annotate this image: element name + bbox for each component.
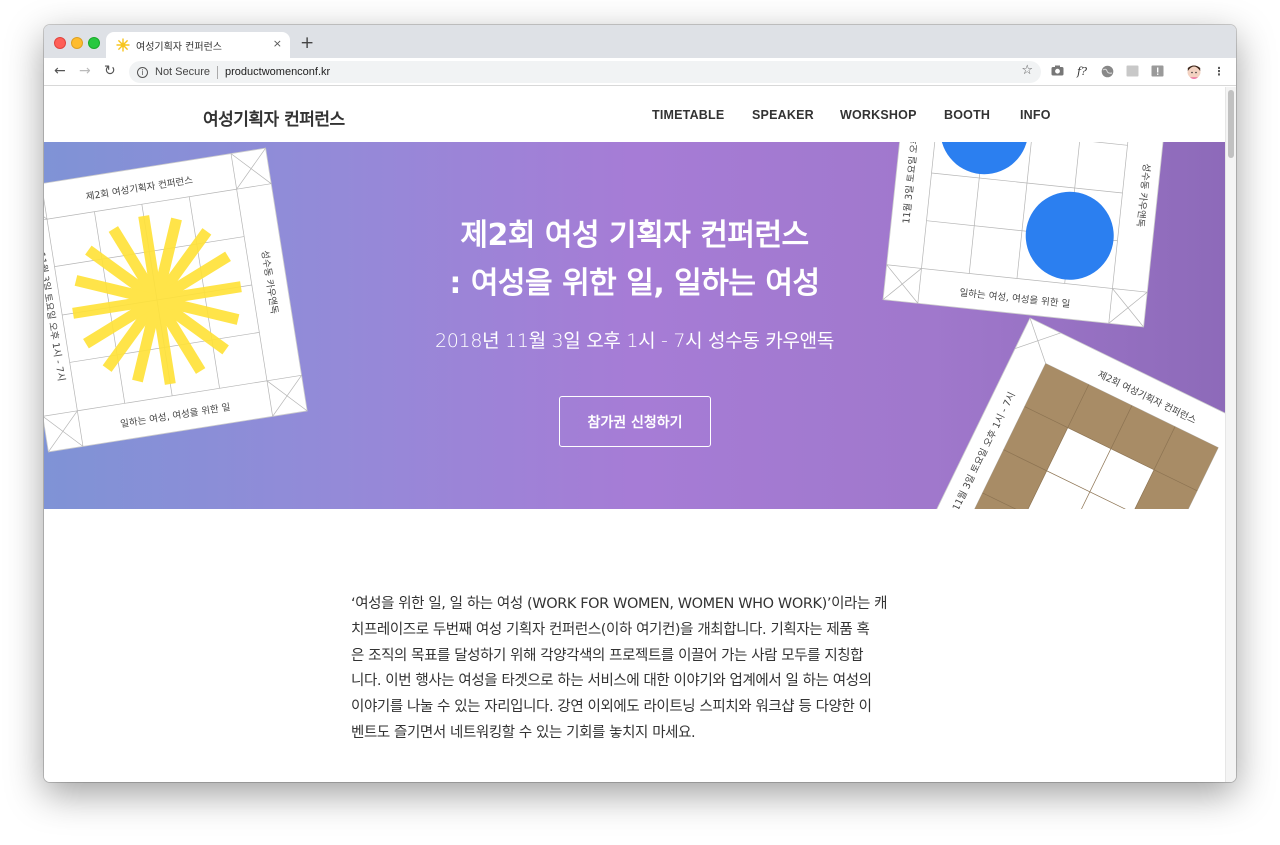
reload-icon[interactable]: ↻ [104, 63, 116, 79]
security-label: Not Secure [155, 66, 211, 78]
hero-subtitle: 2018년 11월 3일 오후 1시 - 7시 성수동 카우앤독 [434, 330, 835, 352]
forward-arrow-icon[interactable]: → [79, 63, 91, 79]
tab-title: 여성기획자 컨퍼런스 [136, 41, 222, 53]
site-header: 여성기획자 컨퍼런스 TIMETABLE SPEAKER WORKSHOP BO… [44, 87, 1225, 142]
web-page: 여성기획자 컨퍼런스 TIMETABLE SPEAKER WORKSHOP BO… [44, 87, 1225, 782]
info-icon[interactable]: i [137, 66, 148, 78]
formula-extension-icon[interactable]: f? [1075, 65, 1089, 79]
browser-toolbar: ← → ↻ i Not Secure productwomenconf.kr ☆… [44, 58, 1236, 86]
profile-avatar-icon[interactable] [1187, 65, 1201, 79]
intro-line: 치프레이즈로 두번째 여성 기획자 컨퍼런스(이하 여기컨)을 개최합니다. 기… [351, 621, 870, 638]
grey-extension-icon[interactable] [1125, 65, 1139, 79]
hero-title-line1: 제2회 여성 기획자 컨퍼런스 [460, 218, 809, 253]
hero-banner: 제2회 여성기획자 컨퍼런스 일하는 여성, 여성을 위한 일 성수동 카우앤독… [44, 142, 1225, 509]
url-text[interactable]: productwomenconf.kr [225, 66, 330, 78]
hero-title-line2: : 여성을 위한 일, 일하는 여성 [449, 266, 820, 301]
window-close-button[interactable] [54, 37, 66, 49]
omnibox-divider [217, 65, 219, 79]
intro-line: ‘여성을 위한 일, 일 하는 여성 (WORK FOR WOMEN, WOME… [351, 596, 888, 612]
tab-strip: 여성기획자 컨퍼런스 × + [44, 25, 1236, 58]
intro-line: 은 조직의 목표를 달성하기 위해 각양각색의 프로젝트를 이끌어 가는 사람 … [351, 647, 864, 664]
address-bar[interactable]: i Not Secure productwomenconf.kr ☆ [129, 61, 1041, 83]
window-maximize-button[interactable] [88, 37, 100, 49]
nav-item-workshop[interactable]: WORKSHOP [840, 108, 917, 122]
back-arrow-icon[interactable]: ← [54, 63, 66, 79]
site-brand[interactable]: 여성기획자 컨퍼런스 [203, 105, 345, 130]
bookmark-star-icon[interactable]: ☆ [1021, 63, 1033, 78]
sun-favicon-icon [116, 38, 130, 52]
scrollbar-thumb[interactable] [1228, 90, 1234, 158]
menu-kebab-icon[interactable]: ⋮ [1212, 65, 1226, 79]
nav-item-booth[interactable]: BOOTH [944, 108, 990, 122]
notice-extension-icon[interactable] [1150, 65, 1164, 79]
register-ticket-button[interactable]: 참가권 신청하기 [559, 396, 711, 447]
browser-tab[interactable]: 여성기획자 컨퍼런스 × [106, 32, 290, 58]
intro-line: 이야기를 나눌 수 있는 자리입니다. 강연 이외에도 라이트닝 스피치와 워크… [351, 699, 872, 716]
nav-item-speaker[interactable]: SPEAKER [752, 108, 814, 122]
intro-line: 니다. 이번 행사는 여성을 타겟으로 하는 서비스에 대한 이야기와 업계에서… [351, 673, 872, 690]
camera-extension-icon[interactable] [1050, 65, 1064, 79]
tab-close-icon[interactable]: × [273, 37, 282, 50]
intro-text: ‘여성을 위한 일, 일 하는 여성 (WORK FOR WOMEN, WOME… [351, 592, 916, 747]
window-minimize-button[interactable] [71, 37, 83, 49]
nav-item-timetable[interactable]: TIMETABLE [652, 108, 724, 122]
new-tab-button[interactable]: + [300, 33, 314, 53]
globe-extension-icon[interactable] [1100, 65, 1114, 79]
nav-item-info[interactable]: INFO [1020, 108, 1051, 122]
page-scrollbar[interactable] [1225, 87, 1236, 782]
browser-window: 여성기획자 컨퍼런스 × + ← → ↻ i Not Secure produc… [44, 25, 1236, 782]
intro-line: 벤트도 즐기면서 네트워킹할 수 있는 기회를 놓치지 마세요. [351, 724, 696, 741]
